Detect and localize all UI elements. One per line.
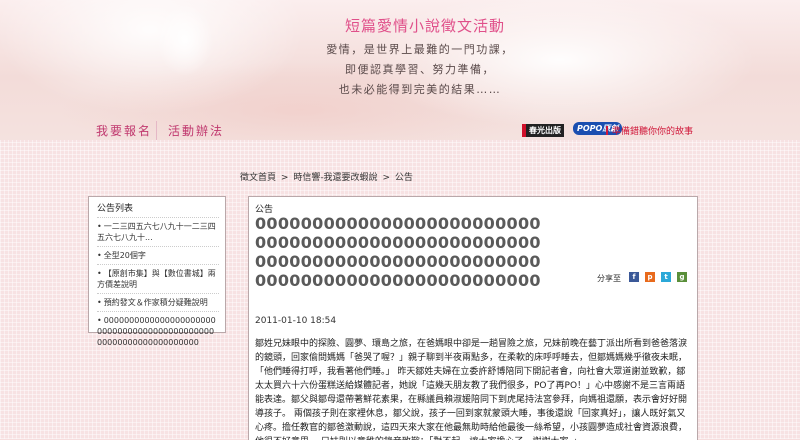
facebook-icon[interactable]: f (629, 272, 639, 282)
bullet-icon: • (97, 251, 102, 260)
breadcrumb: 徵文首頁 > 時信響-我還要改蝦說 > 公告 (240, 170, 415, 183)
sidebar-item[interactable]: • 一二三四五六七八九十一二三四五六七八九十... (97, 217, 219, 246)
plurk-icon[interactable]: p (645, 272, 655, 282)
sidebar-item[interactable]: • 000000000000000000000000000000000000000… (97, 311, 219, 351)
sidebar-item-label: 【原創市集】與【數位書城】兩方價差說明 (97, 269, 216, 289)
rules-button[interactable]: 活動辦法 (164, 121, 228, 140)
bullet-icon: • (97, 222, 102, 231)
brand-link-label: 準備錯聽你你的故事 (612, 127, 694, 137)
sidebar-title: 公告列表 (97, 204, 134, 214)
breadcrumb-event[interactable]: 時信響-我還要改蝦說 (293, 173, 377, 183)
poem-line: 也未必能得到完美的結果…… (338, 83, 502, 96)
divider (606, 126, 608, 135)
share-label: 分享至 (597, 274, 621, 283)
bullet-icon: • (97, 298, 102, 307)
sidebar-item-label: 預約發文＆作家積分疑難說明 (103, 298, 208, 307)
post-body: 鄒姓兄妹眼中的探險、圓夢、環島之旅，在爸媽眼中卻是一趟冒險之旅，兄妹前晚在藝丁派… (255, 339, 688, 440)
google-icon[interactable]: g (677, 272, 687, 282)
breadcrumb-separator: > (280, 173, 289, 183)
announcement-sidebar: 公告列表 • 一二三四五六七八九十一二三四五六七八九十... • 全型20個字 • 【… (88, 196, 226, 347)
signup-button[interactable]: 我要報名 (92, 121, 158, 140)
post-title: 0000000000000000000000000000000000000000… (255, 214, 541, 290)
sidebar-item[interactable]: • 預約發文＆作家積分疑難說明 (97, 293, 219, 311)
bullet-icon: • (97, 269, 102, 278)
poem-line: 愛情，是世界上最難的一門功課， (326, 43, 514, 56)
breadcrumb-separator: > (382, 173, 390, 183)
sidebar-item-label: 全型20個字 (103, 251, 146, 260)
twitter-icon[interactable]: t (661, 272, 671, 282)
bullet-icon: • (97, 316, 102, 325)
brand-link-story[interactable]: 準備錯聽你你的故事 (606, 124, 693, 137)
sidebar-item[interactable]: • 全型20個字 (97, 246, 219, 264)
announcement-content: 公告 0000000000000000000000000000000000000… (248, 196, 698, 440)
banner-figure-image (150, 0, 220, 90)
brand-logo-chunguang[interactable]: 春光出版 (522, 124, 564, 137)
sidebar-item-label: 0000000000000000000000000000000000000000… (97, 316, 216, 347)
poem-line: 即便認真學習、努力準備， (345, 63, 495, 76)
sidebar-item-label: 一二三四五六七八九十一二三四五六七八九十... (97, 222, 216, 242)
breadcrumb-current: 公告 (394, 173, 413, 183)
sidebar-item[interactable]: • 【原創市集】與【數位書城】兩方價差說明 (97, 264, 219, 293)
breadcrumb-home[interactable]: 徵文首頁 (240, 173, 276, 183)
banner-title: 短篇愛情小說徵文活動 (345, 17, 506, 35)
post-date: 2011-01-10 18:54 (255, 316, 337, 326)
banner-poem: 愛情，是世界上最難的一門功課， 即便認真學習、努力準備， 也未必能得到完美的結果… (320, 40, 520, 100)
announcement-list: • 一二三四五六七八九十一二三四五六七八九十... • 全型20個字 • 【原創市集】… (89, 217, 225, 351)
